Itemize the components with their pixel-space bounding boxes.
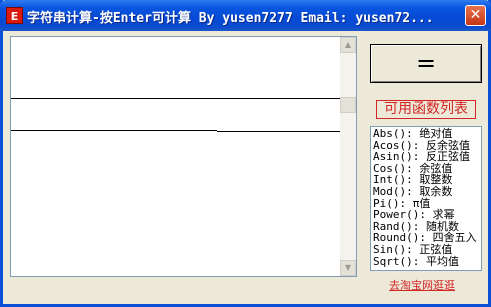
divider-line <box>217 131 341 132</box>
taobao-link[interactable]: 去淘宝网逛逛 <box>389 277 455 293</box>
title-bar[interactable]: E 字符串计算-按Enter可计算 By yusen7277 Email: yu… <box>0 0 491 31</box>
vertical-scrollbar[interactable]: ▲ ▼ <box>340 37 356 276</box>
close-button[interactable]: ✕ <box>465 5 486 26</box>
client-area: ▲ ▼ = 可用函数列表 Abs(): 绝对值 Acos(): 反余弦值 Asi… <box>3 31 488 304</box>
list-item[interactable]: Abs(): 绝对值 <box>373 128 479 140</box>
function-list-label: 可用函数列表 <box>376 100 476 119</box>
divider-line <box>11 130 217 131</box>
expression-input[interactable]: ▲ ▼ <box>10 36 357 277</box>
list-item[interactable]: Power(): 求幂 <box>373 209 479 221</box>
scroll-down-icon[interactable]: ▼ <box>340 260 356 276</box>
app-window: E 字符串计算-按Enter可计算 By yusen7277 Email: yu… <box>0 0 491 307</box>
scroll-up-icon[interactable]: ▲ <box>340 37 356 53</box>
list-item[interactable]: Sqrt(): 平均值 <box>373 255 479 268</box>
divider-line <box>11 98 341 99</box>
calculate-button[interactable]: = <box>370 44 482 83</box>
app-icon: E <box>6 7 23 24</box>
list-item[interactable]: Sin(): 正弦值 <box>373 244 479 256</box>
window-title: 字符串计算-按Enter可计算 By yusen7277 Email: yuse… <box>27 11 434 26</box>
scroll-thumb[interactable] <box>340 97 356 113</box>
function-list[interactable]: Abs(): 绝对值 Acos(): 反余弦值 Asin(): 反正弦值 Cos… <box>370 126 482 271</box>
list-item[interactable]: Mod(): 取余数 <box>373 186 479 198</box>
